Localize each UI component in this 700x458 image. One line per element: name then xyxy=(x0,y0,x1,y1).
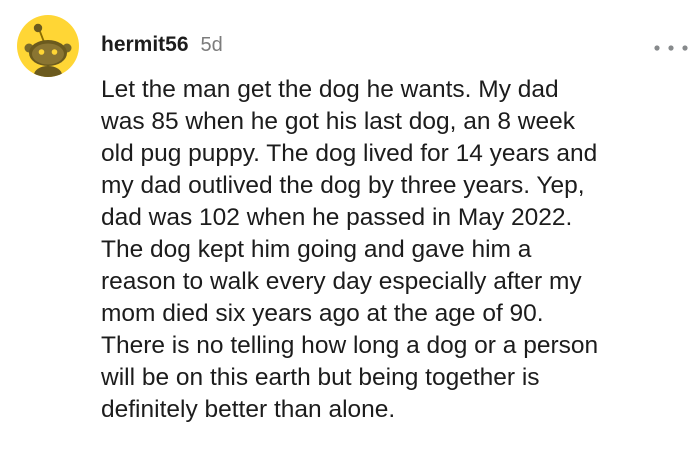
snoo-avatar-icon[interactable] xyxy=(17,15,79,77)
comment-body-line: will be on this earth but being together… xyxy=(101,364,540,391)
comment-body-line: definitely better than alone. xyxy=(101,396,396,423)
more-horizontal-icon[interactable] xyxy=(651,38,691,58)
comment-body-line: reason to walk every day especially afte… xyxy=(101,268,582,295)
comment-body-line: my dad outlived the dog by three years. … xyxy=(101,172,585,199)
comment: hermit56 5d Let the man get the dog he w… xyxy=(0,0,700,458)
comment-body: Let the man get the dog he wants. My dad… xyxy=(101,74,691,426)
comment-header: hermit56 5d xyxy=(101,33,223,61)
comment-body-line: The dog kept him going and gave him a xyxy=(101,236,532,263)
comment-body-line: There is no telling how long a dog or a … xyxy=(101,332,599,359)
comment-body-line: was 85 when he got his last dog, an 8 we… xyxy=(101,108,575,135)
comment-body-line: dad was 102 when he passed in May 2022. xyxy=(101,204,573,231)
username-link[interactable]: hermit56 xyxy=(101,33,189,57)
comment-age: 5d xyxy=(200,34,223,56)
comment-body-line: mom died six years ago at the age of 90. xyxy=(101,300,544,327)
comment-body-line: Let the man get the dog he wants. My dad xyxy=(101,76,559,103)
comment-body-line: old pug puppy. The dog lived for 14 year… xyxy=(101,140,598,167)
